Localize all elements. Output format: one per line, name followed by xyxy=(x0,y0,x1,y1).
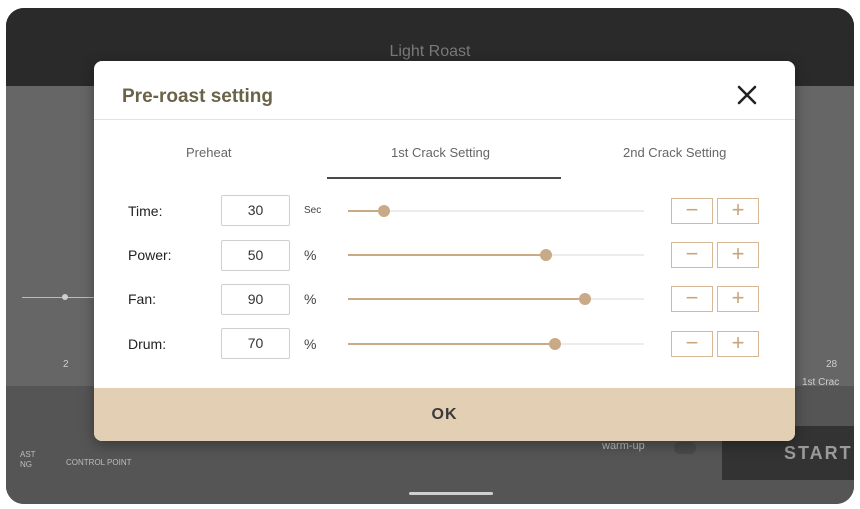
drum-input[interactable]: 70 xyxy=(221,328,290,359)
slider-thumb[interactable] xyxy=(540,249,553,261)
time-increment-button[interactable]: + xyxy=(717,198,759,224)
fan-slider[interactable] xyxy=(348,292,644,306)
power-stepper: − + xyxy=(671,242,760,268)
time-stepper: − + xyxy=(671,198,760,224)
warmup-label: warm-up xyxy=(602,440,645,452)
slider-thumb[interactable] xyxy=(578,293,591,305)
drum-increment-button[interactable]: + xyxy=(717,331,759,357)
bottom-left-label-2: NG xyxy=(20,460,32,469)
time-decrement-button[interactable]: − xyxy=(671,198,713,224)
fan-input[interactable]: 90 xyxy=(221,284,290,315)
power-unit: % xyxy=(304,247,317,263)
fan-label: Fan: xyxy=(128,291,157,307)
fan-increment-button[interactable]: + xyxy=(717,286,759,312)
ok-button[interactable]: OK xyxy=(94,388,795,441)
drum-decrement-button[interactable]: − xyxy=(671,331,713,357)
power-label: Power: xyxy=(128,247,172,263)
tab-preheat[interactable]: Preheat xyxy=(186,145,232,160)
pre-roast-dialog: Pre-roast setting Preheat 1st Crack Sett… xyxy=(94,61,795,441)
chart-tick-left: 2 xyxy=(63,359,69,370)
power-increment-button[interactable]: + xyxy=(717,242,759,268)
warmup-toggle[interactable] xyxy=(674,442,696,454)
slider-fill xyxy=(348,254,547,256)
fan-unit: % xyxy=(304,291,317,307)
time-label: Time: xyxy=(128,203,163,219)
tab-2nd-crack-setting[interactable]: 2nd Crack Setting xyxy=(623,145,726,160)
slider-thumb[interactable] xyxy=(549,338,562,350)
drum-label: Drum: xyxy=(128,336,167,352)
power-slider[interactable] xyxy=(348,248,644,262)
dialog-header: Pre-roast setting xyxy=(94,61,795,120)
fan-decrement-button[interactable]: − xyxy=(671,286,713,312)
tab-1st-crack-setting[interactable]: 1st Crack Setting xyxy=(391,145,490,160)
time-slider[interactable] xyxy=(348,204,644,218)
chart-tick-right: 28 xyxy=(826,359,838,370)
fan-stepper: − + xyxy=(671,286,760,312)
close-icon[interactable] xyxy=(736,84,758,106)
chart-point xyxy=(62,294,68,300)
drum-slider[interactable] xyxy=(348,337,644,351)
drum-stepper: − + xyxy=(671,331,760,357)
slider-thumb[interactable] xyxy=(377,205,390,217)
time-unit: Sec xyxy=(304,205,322,216)
home-indicator xyxy=(409,492,493,495)
dialog-title: Pre-roast setting xyxy=(122,86,273,107)
drum-unit: % xyxy=(304,336,317,352)
time-input[interactable]: 30 xyxy=(221,195,290,226)
power-decrement-button[interactable]: − xyxy=(671,242,713,268)
bottom-left-label-1: AST xyxy=(20,450,36,459)
slider-fill xyxy=(348,343,556,345)
slider-track xyxy=(348,210,644,212)
control-point-label[interactable]: CONTROL POINT xyxy=(66,458,131,467)
power-input[interactable]: 50 xyxy=(221,240,290,271)
slider-fill xyxy=(348,298,585,300)
active-tab-indicator xyxy=(327,177,561,179)
